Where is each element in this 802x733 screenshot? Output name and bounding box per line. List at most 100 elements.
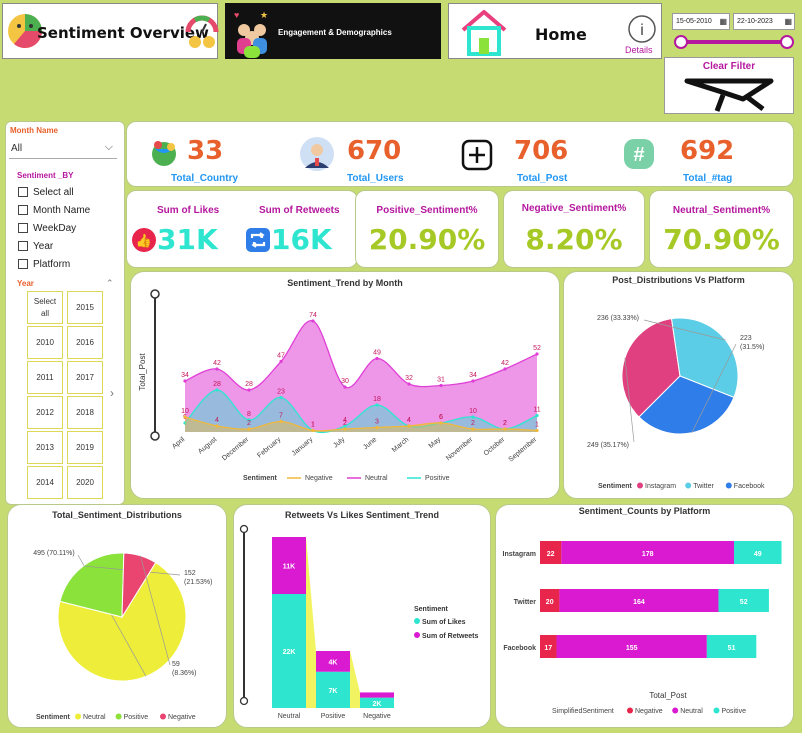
year-tile[interactable]: 2017	[67, 361, 103, 394]
year-scroll-right-icon[interactable]: ›	[110, 386, 114, 400]
year-tile[interactable]: 2011	[27, 361, 63, 394]
legend-label: Positive	[722, 708, 747, 715]
option-weekday[interactable]: WeekDay	[18, 219, 118, 237]
x-tick-label: July	[332, 436, 346, 450]
retweets-likes-chart: Retweets Vs Likes Sentiment_Trend 22K 11K…	[233, 504, 491, 728]
data-label: 30	[341, 378, 349, 385]
date-start-input[interactable]: 15-05-2010 ▦	[672, 13, 730, 30]
date-end-input[interactable]: 22-10-2023 ▦	[733, 13, 795, 30]
date-start-value: 15-05-2010	[676, 18, 712, 25]
clear-filter-button[interactable]: Clear Filter	[664, 57, 794, 114]
data-label: 23	[277, 389, 285, 396]
likes-label: Sum of Likes	[157, 205, 220, 216]
data-point	[503, 427, 507, 431]
date-slider-end-handle[interactable]	[780, 35, 794, 49]
info-icon: i	[628, 15, 656, 43]
option-year[interactable]: Year	[18, 237, 118, 255]
data-point	[407, 424, 411, 428]
data-label: 6	[439, 414, 443, 421]
legend-swatch	[115, 713, 122, 720]
total-country-value: 33	[187, 136, 224, 166]
option-platform[interactable]: Platform	[18, 255, 118, 273]
details-button[interactable]: i Details	[623, 14, 661, 58]
checkbox[interactable]	[18, 205, 28, 215]
year-grid: Select all 2015 2010 2016 2011 2017 2012…	[27, 291, 107, 501]
year-tile-label: 2011	[36, 373, 54, 382]
data-point	[535, 413, 539, 418]
year-tile-label: 2014	[36, 478, 54, 487]
data-label: 49	[373, 350, 381, 357]
date-range-slider[interactable]	[674, 35, 796, 49]
year-tile[interactable]: 2013	[27, 431, 63, 464]
kpi-bar: 33 Total_Country 670 Total_Users 706 Tot…	[126, 121, 794, 187]
year-tile[interactable]: 2015	[67, 291, 103, 324]
x-tick-label: April	[171, 436, 187, 451]
year-tile-label: 2013	[36, 443, 54, 452]
year-tile[interactable]: Select all	[27, 291, 63, 324]
option-label: Year	[33, 240, 54, 252]
data-point	[247, 388, 251, 392]
year-tile[interactable]: 2016	[67, 326, 103, 359]
total-sentiment-chart: Total_Sentiment_Distributions 495 (70.11…	[7, 504, 227, 728]
year-tile[interactable]: 2019	[67, 431, 103, 464]
pie-value-label: 152	[184, 570, 196, 577]
y-tick-label: Instagram	[503, 551, 536, 558]
bar-label: 164	[633, 599, 645, 606]
pie-value-label: 59	[172, 661, 180, 668]
year-tile[interactable]: 2018	[67, 396, 103, 429]
neutral-pct-value: 70.90%	[663, 223, 780, 256]
engagement-demographics-button[interactable]: ♥ ★ Engagement & Demographics	[225, 3, 441, 59]
data-label: 4	[407, 417, 411, 424]
year-tile[interactable]: 2012	[27, 396, 63, 429]
year-tile[interactable]: 2010	[27, 326, 63, 359]
date-slider-start-handle[interactable]	[674, 35, 688, 49]
bar-label: 178	[642, 551, 654, 558]
checkbox[interactable]	[18, 187, 28, 197]
legend-title: Sentiment	[36, 714, 71, 721]
year-tile[interactable]: 2020	[67, 466, 103, 499]
checkbox[interactable]	[18, 223, 28, 233]
year-tile-label: 2018	[76, 408, 94, 417]
chevron-up-icon[interactable]: ⌃	[106, 278, 114, 289]
data-label: 47	[277, 353, 285, 360]
data-label: 28	[245, 381, 253, 388]
ribbon	[306, 537, 316, 708]
data-label: 10	[469, 408, 477, 415]
x-tick-label: December	[221, 436, 251, 463]
legend-swatch	[725, 482, 732, 489]
bar-label: 17	[544, 645, 552, 652]
data-point	[215, 388, 219, 392]
details-label: Details	[625, 45, 653, 55]
sentiment-by-label: Sentiment _BY	[17, 171, 74, 180]
retweets-value: 16K	[271, 223, 332, 256]
data-label: 1	[535, 422, 539, 429]
checkbox[interactable]	[18, 259, 28, 269]
sentiment-overview-button[interactable]: Sentiment Overview	[2, 3, 219, 59]
pie-value-label: 223	[740, 335, 752, 342]
legend-label: Neutral	[365, 475, 388, 482]
month-name-dropdown[interactable]: All ⌵	[9, 141, 117, 159]
data-point	[215, 367, 219, 371]
data-point	[471, 427, 475, 431]
legend-label: Positive	[124, 714, 149, 721]
option-select-all[interactable]: Select all	[18, 183, 118, 201]
month-name-value: All	[11, 143, 23, 154]
negative-pct-value: 8.20%	[525, 223, 623, 256]
likes-value: 31K	[157, 223, 218, 256]
legend-label: Positive	[425, 475, 450, 482]
pie-pct-label: (8.36%)	[172, 670, 197, 677]
data-point	[215, 424, 219, 428]
home-icon	[461, 10, 507, 56]
data-point	[535, 428, 539, 433]
checkbox[interactable]	[18, 241, 28, 251]
year-tile[interactable]: 2014	[27, 466, 63, 499]
legend-swatch	[713, 707, 720, 714]
legend-label: Neutral	[83, 714, 106, 721]
home-button[interactable]: Home i Details	[448, 3, 662, 59]
legend-swatch	[627, 707, 633, 714]
option-month-name[interactable]: Month Name	[18, 201, 118, 219]
x-tick-label: Negative	[363, 713, 391, 720]
svg-text:★: ★	[260, 10, 268, 20]
axis-slider-handle-top	[239, 524, 249, 534]
bar-label: 52	[740, 599, 748, 606]
